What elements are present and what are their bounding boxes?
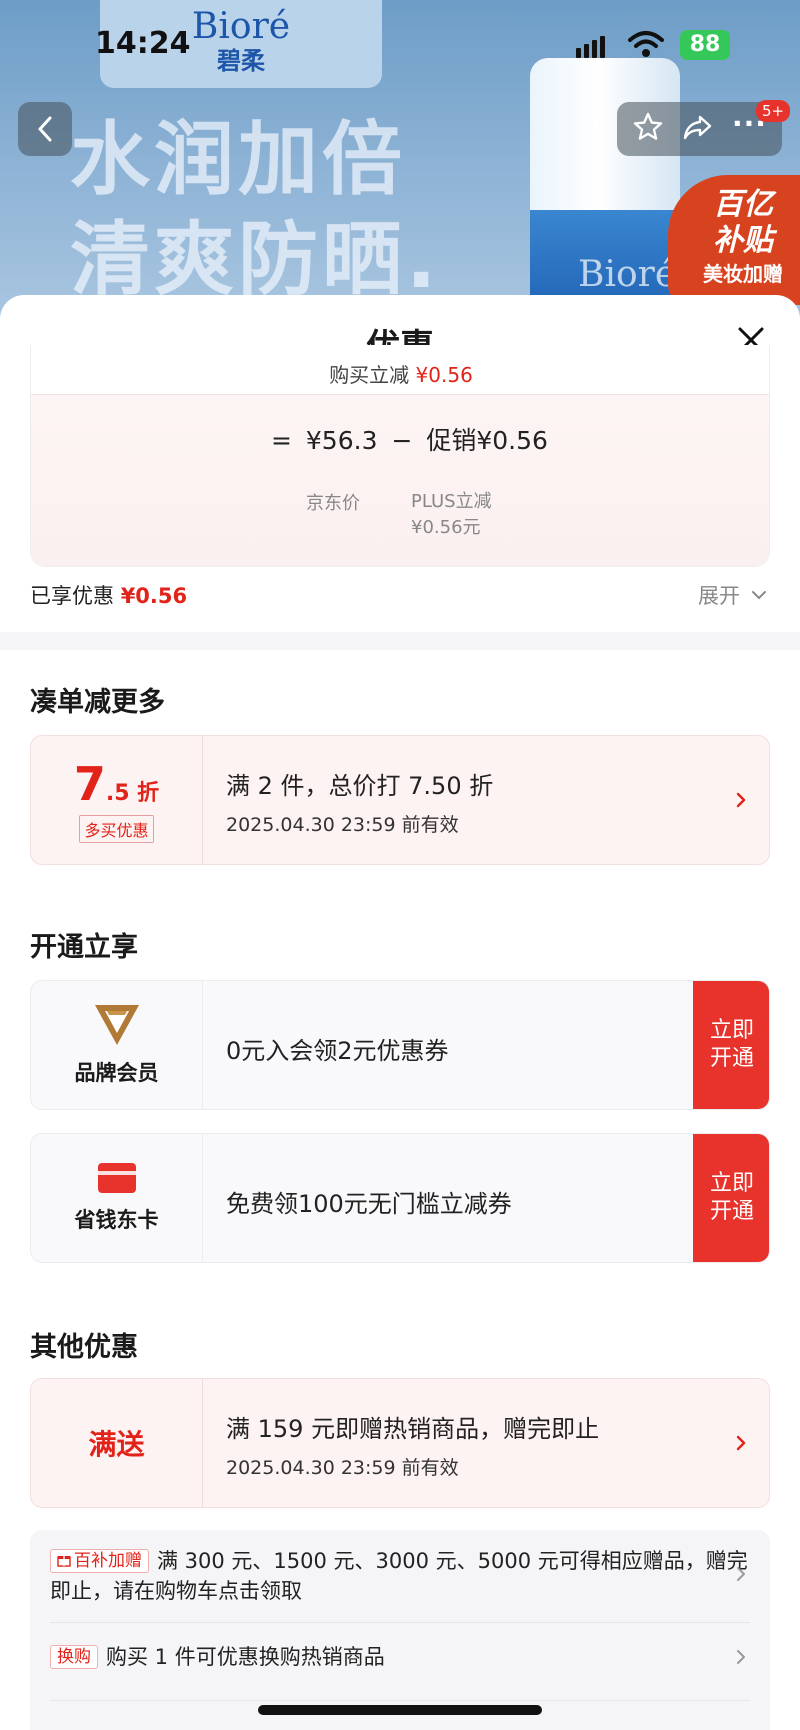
brand-member-logo-icon [94,1005,139,1045]
home-indicator [258,1705,542,1715]
chevron-down-icon [751,591,766,600]
subsidy-badge-line1: 百亿 [713,187,773,222]
brand-member-card: 品牌会员 0元入会领2元优惠券 立即开通 [30,980,770,1110]
exchange-text: 购买 1 件可优惠换购热销商品 [106,1645,385,1669]
share-button[interactable] [682,111,714,147]
bottle-brand-text: Bioré [578,254,677,295]
jd-price: ¥56.3 [305,426,378,455]
subsidy-badge: 百亿 补贴 美妆加赠 [668,175,800,305]
gift-offer-label: 满送 [88,1428,145,1461]
subsidy-gift-tag: 百补加赠 [50,1549,149,1573]
status-time: 14:24 [95,26,191,61]
expand-toggle[interactable]: 展开 [698,580,767,610]
jd-price-label: 京东价 [306,493,360,514]
instant-discount-row: 购买立减 ¥0.56 [31,345,769,395]
plus-discount-label: PLUS立减 [411,491,492,512]
price-breakdown-card: 购买立减 ¥0.56 = ¥56.3 − 促销¥0.56 京东价 PLUS立减 … [30,345,770,567]
share-icon [683,115,712,140]
enjoyed-discount-amount: ¥0.56 [120,584,188,608]
chevron-right-icon [737,1567,745,1581]
list-divider [50,1622,750,1623]
gift-offer-validity: 2025.04.30 23:59 前有效 [226,1457,459,1479]
subsidy-gift-tag-label: 百补加赠 [74,1551,142,1571]
section-divider [0,632,800,650]
bundle-discount-card[interactable]: 7.5 折 多买优惠 满 2 件，总价打 7.50 折 2025.04.30 2… [30,735,770,865]
bundle-discount-badge: 7.5 折 多买优惠 [31,736,203,864]
chevron-left-icon [38,116,52,142]
section-title-more: 凑单减更多 [30,687,165,718]
battery-icon: 88 [680,30,730,60]
price-formula: = ¥56.3 − 促销¥0.56 京东价 PLUS立减 ¥0.56元 [31,395,769,566]
message-count-badge: 5+ [756,100,791,122]
plus-discount-note: PLUS立减 ¥0.56元 [411,489,492,541]
subsidy-badge-line2: 补贴 [713,223,773,258]
chevron-right-icon [737,1650,745,1664]
bundle-discount-text: 满 2 件，总价打 7.50 折 [226,772,494,800]
gift-offer-card[interactable]: 满送 满 159 元即赠热销商品，赠完即止 2025.04.30 23:59 前… [30,1378,770,1508]
list-item[interactable]: 换购 购买 1 件可优惠换购热销商品 [50,1642,750,1672]
gift-offer-badge: 满送 [31,1379,203,1507]
banner-headline-line1: 水润加倍 [70,113,406,206]
brand-member-open-button[interactable]: 立即开通 [693,981,769,1109]
banner-headline: 水润加倍 清爽防晒. [70,110,440,310]
jd-card-open-button[interactable]: 立即开通 [693,1134,769,1262]
plus-discount-amount: ¥0.56元 [411,517,481,538]
bundle-discount-validity: 2025.04.30 23:59 前有效 [226,814,459,836]
list-divider [50,1700,750,1701]
minus-sign: − [391,426,413,455]
expand-label: 展开 [698,584,740,608]
jd-card-offer: 省钱东卡 免费领100元无门槛立减券 立即开通 [30,1133,770,1263]
cellular-signal-icon [576,36,608,58]
jd-card-label: 省钱东卡 [74,1208,159,1232]
subsidy-badge-line3: 美妆加赠 [703,262,783,286]
multi-buy-tag: 多买优惠 [79,815,154,843]
back-button[interactable] [18,102,72,156]
gift-icon [57,1556,71,1567]
section-title-other: 其他优惠 [30,1332,138,1363]
instant-discount-amount: ¥0.56 [415,363,473,387]
wifi-icon [628,30,664,62]
jd-card-badge: 省钱东卡 [31,1134,203,1262]
chevron-right-icon [736,1435,746,1451]
list-item[interactable]: 百补加赠 满 300 元、1500 元、3000 元、5000 元可得相应赠品，… [50,1546,750,1606]
favorite-button[interactable] [632,111,664,147]
chevron-right-icon [736,792,746,808]
promo-amount: 促销¥0.56 [426,426,548,455]
equals-sign: = [271,426,292,455]
credit-card-icon [97,1163,136,1193]
enjoyed-discount: 已享优惠 ¥0.56 [30,580,187,610]
star-icon [633,112,663,140]
jd-card-text: 免费领100元无门槛立减券 [226,1190,512,1218]
subsidy-gift-text: 满 300 元、1500 元、3000 元、5000 元可得相应赠品，赠完即止，… [50,1549,748,1603]
gift-offer-text: 满 159 元即赠热销商品，赠完即止 [226,1415,600,1443]
brand-member-badge: 品牌会员 [31,981,203,1109]
brand-member-text: 0元入会领2元优惠券 [226,1037,449,1065]
section-title-open: 开通立享 [30,932,138,963]
brand-member-label: 品牌会员 [74,1061,159,1085]
discount-sheet: 优惠 购买立减 ¥0.56 = ¥56.3 − 促销¥0.56 京东价 PLUS… [0,295,800,1730]
discount-rate: 7.5 折 [74,757,159,811]
enjoyed-discount-label: 已享优惠 [30,584,114,608]
discount-suffix: .5 折 [105,781,160,806]
price-formula-row: = ¥56.3 − 促销¥0.56 [271,421,554,457]
discount-number: 7 [73,757,106,811]
other-offers-list: 百补加赠 满 300 元、1500 元、3000 元、5000 元可得相应赠品，… [30,1530,770,1730]
exchange-tag: 换购 [50,1645,98,1669]
instant-discount-label: 购买立减 [329,363,410,387]
